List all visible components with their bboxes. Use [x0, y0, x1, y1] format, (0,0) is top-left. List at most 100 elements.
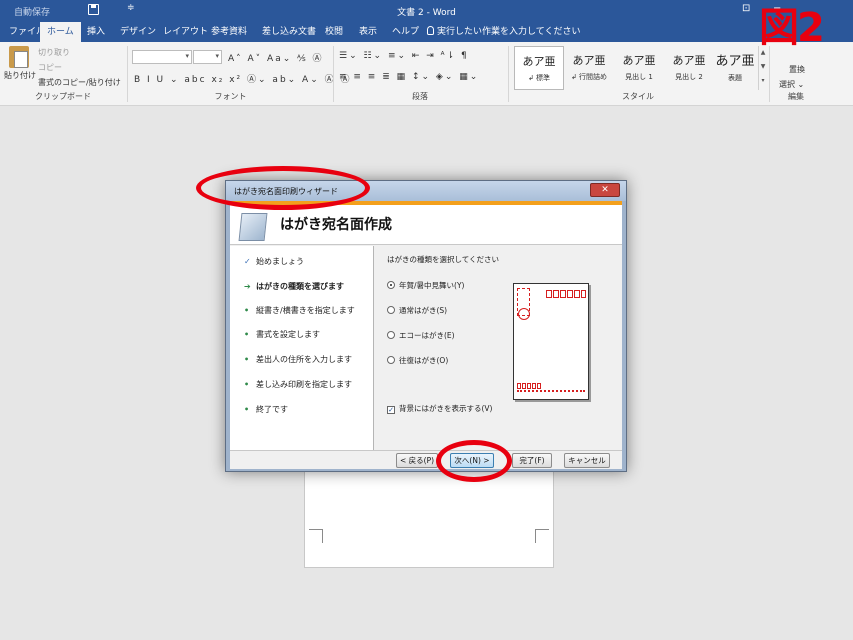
- font-group-label: フォント: [214, 92, 247, 101]
- checkbox-label: 背景にはがきを表示する(V): [399, 404, 493, 413]
- radio-echo[interactable]: エコーはがき(E): [387, 330, 455, 341]
- clipboard-group-label: クリップボード: [35, 92, 91, 101]
- tab-home[interactable]: ホーム: [40, 22, 81, 42]
- step-item[interactable]: ➔ はがきの種類を選びます: [244, 281, 344, 292]
- crop-mark: [535, 529, 549, 543]
- bullet-icon: •: [244, 405, 250, 414]
- style-name: 見出し 2: [675, 73, 703, 81]
- paste-icon[interactable]: [9, 46, 29, 68]
- step-item[interactable]: • 終了です: [244, 404, 288, 415]
- step-label: 縦書き/横書きを指定します: [256, 306, 355, 315]
- radio-reply[interactable]: 往復はがき(O): [387, 355, 448, 366]
- font-size-combo[interactable]: [193, 50, 222, 64]
- sender-code-box: [537, 383, 541, 389]
- close-icon[interactable]: ✕: [590, 183, 620, 197]
- style-name: ↲ 行間詰め: [570, 73, 608, 81]
- annotation-ellipse-next: [436, 440, 512, 482]
- cancel-button[interactable]: キャンセル: [564, 453, 610, 468]
- radio-regular[interactable]: 通常はがき(S): [387, 305, 447, 316]
- postal-code-box: [560, 290, 566, 298]
- step-label: はがきの種類を選びます: [256, 282, 344, 291]
- document-page[interactable]: [304, 470, 554, 568]
- step-label: 差出人の住所を入力します: [256, 355, 352, 364]
- lightbulb-icon: [427, 26, 434, 35]
- postal-code-box: [546, 290, 552, 298]
- font-tools-row-2[interactable]: B I U ⌄ abc x₂ x² Ⓐ⌄ ab⌄ A⌄ Ⓐ Ⓐ: [134, 72, 351, 85]
- tab-insert[interactable]: 挿入: [80, 22, 112, 42]
- postcard-type-panel: はがきの種類を選択してください 年賀/暑中見舞い(Y) 通常はがき(S) エコー…: [375, 246, 622, 450]
- radio-button-icon[interactable]: [387, 306, 395, 314]
- style-name: 見出し 1: [625, 73, 653, 81]
- sender-code-box: [532, 383, 536, 389]
- style-normal[interactable]: あア亜 ↲ 標準: [514, 46, 564, 90]
- sender-code-box: [517, 383, 521, 389]
- tab-mailings[interactable]: 差し込み文書: [255, 22, 323, 42]
- paste-button[interactable]: 貼り付け: [4, 70, 36, 81]
- postcard-wizard-dialog: はがき宛名面印刷ウィザード ✕ はがき宛名面作成 ✓ 始めましょう ➔ はがきの種類…: [225, 180, 627, 472]
- step-label: 書式を設定します: [256, 330, 320, 339]
- radio-new-year[interactable]: 年賀/暑中見舞い(Y): [387, 280, 464, 291]
- editing-group-label: 編集: [788, 92, 804, 101]
- radio-button-icon[interactable]: [387, 356, 395, 364]
- select-button[interactable]: 選択 ⌄: [779, 79, 804, 90]
- sender-code-box: [527, 383, 531, 389]
- annotation-ellipse-title: [196, 166, 370, 210]
- styles-gallery: あア亜 ↲ 標準 あア亜 ↲ 行間詰め あア亜 見出し 1 あア亜 見出し 2 …: [514, 46, 768, 90]
- tab-references[interactable]: 参考資料: [204, 22, 254, 42]
- back-button[interactable]: < 戻る(P): [396, 453, 438, 468]
- tell-me-text: 実行したい作業を入力してください: [437, 27, 581, 37]
- bullet-icon: •: [244, 330, 250, 339]
- bullet-icon: •: [244, 380, 250, 389]
- style-heading-1[interactable]: あア亜 見出し 1: [614, 46, 664, 90]
- style-sample: あア亜: [672, 54, 706, 67]
- style-sample: あア亜: [715, 54, 755, 69]
- check-icon: ✓: [244, 257, 251, 266]
- radio-button-icon[interactable]: [387, 331, 395, 339]
- tell-me-search[interactable]: 実行したい作業を入力してください: [420, 22, 587, 42]
- step-item[interactable]: • 差出人の住所を入力します: [244, 354, 352, 365]
- radio-label: 年賀/暑中見舞い(Y): [399, 281, 465, 290]
- document-title: 文書 2 - Word: [397, 8, 456, 18]
- copy-button[interactable]: コピー: [38, 62, 62, 73]
- postmark-icon: [518, 308, 530, 320]
- paragraph-tools-row-2[interactable]: ≡ ≡ ≡ ≣ ▦ ↕⌄ ◈⌄ ▦⌄: [339, 72, 479, 82]
- postal-code-box: [567, 290, 573, 298]
- tab-view[interactable]: 表示: [352, 22, 384, 42]
- paragraph-tools-row-1[interactable]: ☰⌄ ☷⌄ ≡⌄ ⇤ ⇥ ᴬ⇂ ¶: [339, 51, 469, 61]
- style-sample: あア亜: [622, 54, 656, 67]
- ribbon-display-options-icon[interactable]: ⊡: [742, 3, 750, 14]
- radio-label: 往復はがき(O): [399, 356, 449, 365]
- step-item[interactable]: ✓ 始めましょう: [244, 256, 304, 267]
- tab-review[interactable]: 校閲: [318, 22, 350, 42]
- dialog-heading: はがき宛名面作成: [280, 217, 392, 233]
- step-item[interactable]: • 縦書き/横書きを指定します: [244, 305, 355, 316]
- format-painter-button[interactable]: 書式のコピー/貼り付け: [38, 77, 121, 88]
- bullet-icon: •: [244, 306, 250, 315]
- styles-scroll-arrows[interactable]: ▲ ▼ ▾: [758, 46, 767, 90]
- step-item[interactable]: • 差し込み印刷を指定します: [244, 379, 352, 390]
- checkbox-icon[interactable]: ✓: [387, 406, 395, 414]
- postal-code-box: [574, 290, 580, 298]
- step-label: 終了です: [256, 405, 288, 414]
- step-item[interactable]: • 書式を設定します: [244, 329, 320, 340]
- arrow-right-icon: ➔: [244, 282, 251, 291]
- style-no-spacing[interactable]: あア亜 ↲ 行間詰め: [564, 46, 614, 90]
- style-title[interactable]: あア亜 表題: [710, 46, 760, 90]
- dialog-body: はがき宛名面作成 ✓ 始めましょう ➔ はがきの種類を選びます • 縦書き/横書きを指…: [230, 201, 622, 469]
- style-name: ↲ 標準: [527, 74, 551, 82]
- step-label: 差し込み印刷を指定します: [256, 380, 352, 389]
- paragraph-group-label: 段落: [412, 92, 428, 101]
- show-background-checkbox[interactable]: ✓ 背景にはがきを表示する(V): [387, 403, 492, 414]
- font-name-combo[interactable]: [132, 50, 192, 64]
- radio-label: エコーはがき(E): [399, 331, 455, 340]
- radio-button-icon[interactable]: [387, 281, 395, 289]
- font-tools-row-1[interactable]: A˄ A˅ Aa⌄ ⅍ Ⓐ: [228, 51, 323, 64]
- step-label: 始めましょう: [256, 257, 304, 266]
- style-sample: あア亜: [522, 55, 556, 68]
- style-heading-2[interactable]: あア亜 見出し 2: [664, 46, 714, 90]
- finish-button[interactable]: 完了(F): [512, 453, 552, 468]
- figure-label: 図2: [759, 5, 825, 51]
- ribbon-tabs: ファイル ホーム 挿入 デザイン レイアウト 参考資料 差し込み文書 校閲 表示…: [0, 22, 853, 42]
- cut-button[interactable]: 切り取り: [38, 47, 70, 58]
- replace-button[interactable]: 置換: [789, 64, 805, 75]
